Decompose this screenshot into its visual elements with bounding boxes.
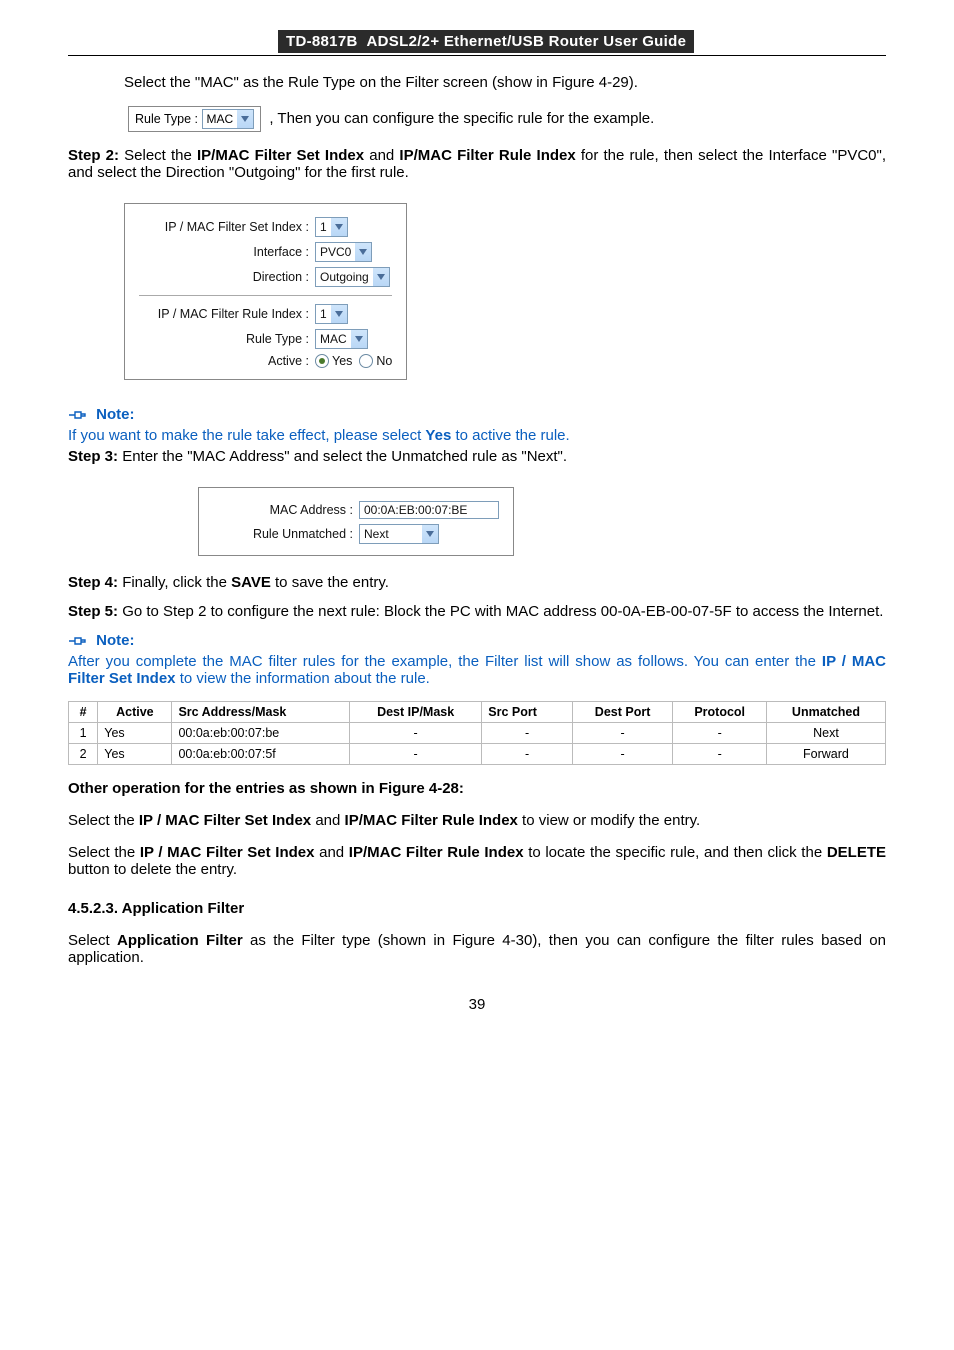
step3: Step 3: Enter the "MAC Address" and sele… <box>68 448 886 465</box>
note-2: Note: <box>68 632 886 649</box>
other-line1: Select the IP / MAC Filter Set Index and… <box>68 812 886 829</box>
hand-point-icon <box>68 634 86 648</box>
active-yes-radio[interactable] <box>315 354 329 368</box>
rule-index-select[interactable]: 1 <box>315 304 348 324</box>
other-heading: Other operation for the entries as shown… <box>68 780 886 797</box>
rule-type-select[interactable]: MAC <box>315 329 368 349</box>
direction-select[interactable]: Outgoing <box>315 267 390 287</box>
f3-label: Direction : <box>139 270 315 284</box>
table-header: # Active Src Address/Mask Dest IP/Mask S… <box>69 702 886 723</box>
f6-label: Active : <box>139 354 315 368</box>
rule-unmatched-select[interactable]: Next <box>359 524 439 544</box>
page-number: 39 <box>68 996 886 1013</box>
f2-label: Interface : <box>139 245 315 259</box>
chevron-down-icon <box>422 525 438 543</box>
step5: Step 5: Go to Step 2 to configure the ne… <box>68 603 886 620</box>
note-1: Note: <box>68 406 886 423</box>
other-line2: Select the IP / MAC Filter Set Index and… <box>68 844 886 878</box>
inline-ruletype: Rule Type : MAC <box>128 106 261 132</box>
settings-box-2: MAC Address : 00:0A:EB:00:07:BE Rule Unm… <box>198 487 514 556</box>
app-filter-heading: 4.5.2.3. Application Filter <box>68 900 886 917</box>
chevron-down-icon <box>351 330 367 348</box>
hand-point-icon <box>68 408 86 422</box>
filter-table: # Active Src Address/Mask Dest IP/Mask S… <box>68 701 886 765</box>
mac-address-input[interactable]: 00:0A:EB:00:07:BE <box>359 501 499 519</box>
settings-box-1: IP / MAC Filter Set Index : 1 Interface … <box>124 203 407 380</box>
intro-line2: , Then you can configure the specific ru… <box>269 110 654 127</box>
table-row: 1 Yes 00:0a:eb:00:07:be - - - - Next <box>69 723 886 744</box>
chevron-down-icon <box>355 243 371 261</box>
doc-title: ADSL2/2+ Ethernet/USB Router User Guide <box>367 33 687 50</box>
doc-model: TD-8817B <box>286 33 358 50</box>
note2-text: After you complete the MAC filter rules … <box>68 653 886 687</box>
table-row: 2 Yes 00:0a:eb:00:07:5f - - - - Forward <box>69 744 886 765</box>
mac-label: MAC Address : <box>213 503 359 517</box>
step2: Step 2: Select the IP/MAC Filter Set Ind… <box>68 147 886 181</box>
set-index-select[interactable]: 1 <box>315 217 348 237</box>
f4-label: IP / MAC Filter Rule Index : <box>139 307 315 321</box>
f5-label: Rule Type : <box>139 332 315 346</box>
chevron-down-icon <box>331 218 347 236</box>
intro-line2-wrap: Rule Type : MAC , Then you can configure… <box>68 106 886 132</box>
inline-ruletype-label: Rule Type : <box>135 112 198 126</box>
chevron-down-icon <box>237 110 253 128</box>
chevron-down-icon <box>331 305 347 323</box>
active-no-radio[interactable] <box>359 354 373 368</box>
note1-text: If you want to make the rule take effect… <box>68 427 886 444</box>
chevron-down-icon <box>373 268 389 286</box>
interface-select[interactable]: PVC0 <box>315 242 372 262</box>
rule-type-select-inline[interactable]: MAC <box>202 109 255 129</box>
unmatched-label: Rule Unmatched : <box>213 527 359 541</box>
app-filter-text: Select Application Filter as the Filter … <box>68 932 886 966</box>
intro-line1: Select the "MAC" as the Rule Type on the… <box>68 74 886 91</box>
f1-label: IP / MAC Filter Set Index : <box>139 220 315 234</box>
step4: Step 4: Finally, click the SAVE to save … <box>68 574 886 591</box>
